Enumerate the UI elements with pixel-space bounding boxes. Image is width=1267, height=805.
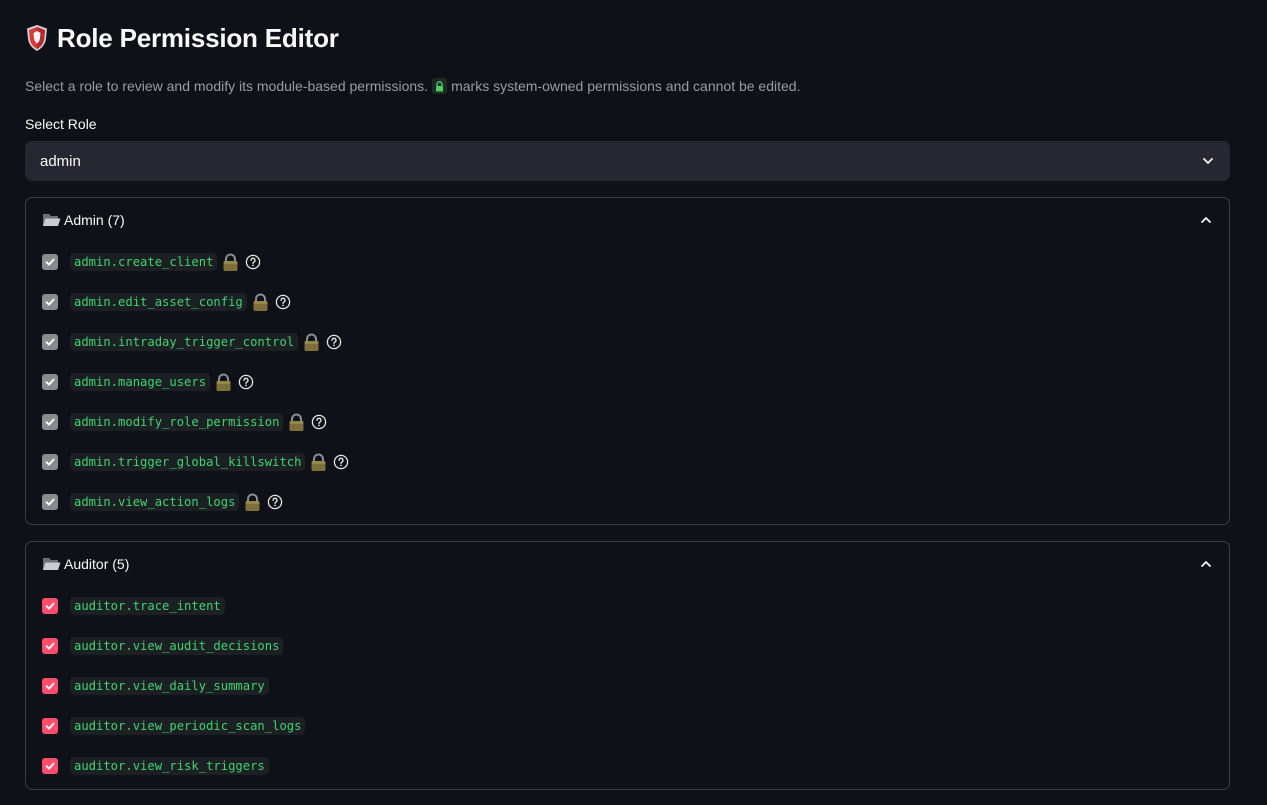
permission-row: admin.manage_users — [26, 362, 1229, 402]
permission-row: auditor.view_daily_summary — [26, 666, 1229, 706]
permission-name: auditor.view_periodic_scan_logs — [70, 717, 306, 735]
permission-checkbox — [42, 494, 58, 510]
permission-checkbox — [42, 454, 58, 470]
permission-checkbox — [42, 414, 58, 430]
help-icon[interactable] — [267, 494, 283, 510]
green-lock-icon — [432, 78, 448, 94]
permission-row: admin.create_client — [26, 242, 1229, 282]
permission-row: auditor.view_periodic_scan_logs — [26, 706, 1229, 746]
lock-icon — [303, 333, 320, 352]
help-icon[interactable] — [326, 334, 342, 350]
description-text-suffix: marks system-owned permissions and canno… — [451, 78, 801, 94]
auditor-permission-list: auditor.trace_intent auditor.view_audit_d… — [26, 586, 1229, 786]
page-description: Select a role to review and modify its m… — [25, 76, 800, 96]
description-text: Select a role to review and modify its m… — [25, 78, 429, 94]
expander-admin-title: Admin (7) — [64, 212, 125, 228]
permission-name: auditor.view_audit_decisions — [70, 637, 284, 655]
lock-icon — [310, 453, 327, 472]
permission-name: admin.modify_role_permission — [70, 413, 284, 431]
permission-name: auditor.trace_intent — [70, 597, 225, 615]
expander-auditor-header[interactable]: Auditor (5) — [26, 542, 1229, 586]
permission-checkbox[interactable] — [42, 598, 58, 614]
expander-admin-header[interactable]: Admin (7) — [26, 198, 1229, 242]
permission-row: auditor.view_risk_triggers — [26, 746, 1229, 786]
open-folder-icon — [43, 558, 61, 570]
help-icon[interactable] — [245, 254, 261, 270]
permission-checkbox[interactable] — [42, 678, 58, 694]
role-select-label: Select Role — [25, 116, 97, 132]
permission-row: auditor.view_audit_decisions — [26, 626, 1229, 666]
permission-checkbox — [42, 254, 58, 270]
permission-name: admin.manage_users — [70, 373, 211, 391]
lock-icon — [222, 253, 239, 272]
chevron-up-icon — [1201, 561, 1211, 567]
permission-row: admin.trigger_global_killswitch — [26, 442, 1229, 482]
permission-row: auditor.trace_intent — [26, 586, 1229, 626]
role-permission-editor-page: Role Permission Editor Select a role to … — [0, 0, 1267, 805]
lock-icon — [252, 293, 269, 312]
permission-row: admin.edit_asset_config — [26, 282, 1229, 322]
permission-checkbox[interactable] — [42, 758, 58, 774]
expander-auditor-title: Auditor (5) — [64, 556, 130, 572]
lock-icon — [215, 373, 232, 392]
permission-name: auditor.view_risk_triggers — [70, 757, 269, 775]
lock-icon — [288, 413, 305, 432]
page-title: Role Permission Editor — [57, 22, 339, 53]
permission-name: auditor.view_daily_summary — [70, 677, 269, 695]
help-icon[interactable] — [311, 414, 327, 430]
permission-checkbox — [42, 294, 58, 310]
shield-icon — [27, 25, 47, 51]
help-icon[interactable] — [275, 294, 291, 310]
permission-row: admin.view_action_logs — [26, 482, 1229, 522]
help-icon[interactable] — [238, 374, 254, 390]
permission-name: admin.edit_asset_config — [70, 293, 247, 311]
permission-name: admin.view_action_logs — [70, 493, 240, 511]
permission-checkbox[interactable] — [42, 718, 58, 734]
role-select-value: admin — [40, 152, 81, 170]
permission-name: admin.intraday_trigger_control — [70, 333, 299, 351]
chevron-down-icon — [1203, 158, 1213, 164]
permission-checkbox[interactable] — [42, 638, 58, 654]
permission-name: admin.create_client — [70, 253, 218, 271]
lock-icon — [244, 493, 261, 512]
permission-checkbox — [42, 374, 58, 390]
permission-checkbox — [42, 334, 58, 350]
permission-row: admin.intraday_trigger_control — [26, 322, 1229, 362]
permission-name: admin.trigger_global_killswitch — [70, 453, 306, 471]
expander-admin: Admin (7) admin.create_client admin.edit_… — [25, 197, 1230, 525]
chevron-up-icon — [1201, 217, 1211, 223]
expander-auditor: Auditor (5) auditor.trace_intent auditor.… — [25, 541, 1230, 790]
role-select-dropdown[interactable]: admin — [25, 141, 1230, 181]
page-header: Role Permission Editor — [25, 20, 339, 56]
open-folder-icon — [43, 214, 61, 226]
permission-row: admin.modify_role_permission — [26, 402, 1229, 442]
help-icon[interactable] — [333, 454, 349, 470]
admin-permission-list: admin.create_client admin.edit_asset_conf… — [26, 242, 1229, 522]
